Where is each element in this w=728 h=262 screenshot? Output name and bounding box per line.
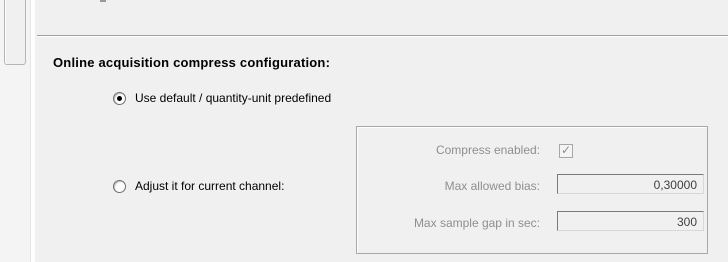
checkmark-icon: ✓ xyxy=(561,143,572,157)
adjust-radio-option[interactable]: Adjust it for current channel: xyxy=(113,179,284,193)
compress-enabled-checkbox[interactable]: ✓ xyxy=(559,143,573,158)
use-default-radio-option[interactable]: Use default / quantity-unit predefined xyxy=(113,91,331,105)
scrollbar-thumb[interactable] xyxy=(4,0,26,65)
clipped-text-fragment xyxy=(100,0,106,2)
compress-enabled-label: Compress enabled: xyxy=(435,143,540,157)
adjust-radio-label[interactable]: Adjust it for current channel: xyxy=(135,179,284,193)
max-gap-input[interactable] xyxy=(557,211,704,231)
section-divider-highlight xyxy=(37,36,728,37)
max-gap-label: Max sample gap in sec: xyxy=(413,216,540,230)
use-default-radio-button[interactable] xyxy=(113,91,126,105)
section-title: Online acquisition compress configuratio… xyxy=(53,55,331,70)
vertical-scrollbar[interactable] xyxy=(0,0,31,262)
use-default-radio-label[interactable]: Use default / quantity-unit predefined xyxy=(135,91,331,105)
max-bias-input[interactable] xyxy=(557,174,704,194)
adjust-radio-button[interactable] xyxy=(113,179,126,193)
max-bias-label: Max allowed bias: xyxy=(444,179,540,193)
